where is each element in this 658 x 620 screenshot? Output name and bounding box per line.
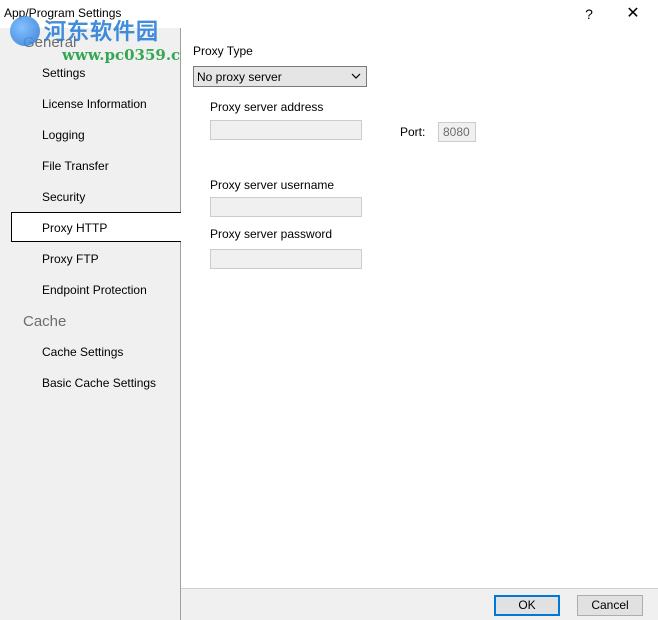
window-title: App/Program Settings bbox=[4, 6, 122, 20]
ok-button[interactable]: OK bbox=[494, 595, 560, 616]
sidebar-item-cache-settings[interactable]: Cache Settings bbox=[42, 345, 123, 359]
proxy-username-input[interactable] bbox=[210, 197, 362, 217]
proxy-username-label: Proxy server username bbox=[210, 178, 335, 192]
proxy-address-label: Proxy server address bbox=[210, 100, 324, 114]
port-label: Port: bbox=[400, 125, 426, 139]
close-icon[interactable]: ✕ bbox=[622, 4, 644, 24]
help-icon[interactable]: ? bbox=[578, 4, 600, 24]
cancel-button[interactable]: Cancel bbox=[577, 595, 643, 616]
proxy-type-selected-value: No proxy server bbox=[197, 70, 282, 84]
sidebar-item-endpoint-protection[interactable]: Endpoint Protection bbox=[42, 283, 147, 297]
proxy-type-dropdown[interactable]: No proxy server bbox=[193, 66, 367, 87]
dialog-footer: OK Cancel bbox=[181, 588, 658, 620]
proxy-password-label: Proxy server password bbox=[210, 227, 333, 241]
sidebar-group-general: General bbox=[23, 34, 77, 51]
proxy-type-label: Proxy Type bbox=[193, 44, 253, 58]
port-input[interactable]: 8080 bbox=[438, 122, 476, 142]
chevron-down-icon bbox=[351, 73, 361, 79]
sidebar-item-security[interactable]: Security bbox=[42, 190, 85, 204]
sidebar: General Settings License Information Log… bbox=[0, 28, 182, 620]
sidebar-item-proxy-http[interactable]: Proxy HTTP bbox=[42, 221, 107, 235]
sidebar-item-logging[interactable]: Logging bbox=[42, 128, 85, 142]
sidebar-item-settings[interactable]: Settings bbox=[42, 66, 85, 80]
title-bar: App/Program Settings ? ✕ bbox=[0, 0, 658, 28]
proxy-http-panel: Proxy Type No proxy server Proxy server … bbox=[181, 28, 658, 588]
sidebar-item-proxy-ftp[interactable]: Proxy FTP bbox=[42, 252, 99, 266]
sidebar-group-cache: Cache bbox=[23, 313, 67, 330]
proxy-address-input[interactable] bbox=[210, 120, 362, 140]
sidebar-item-basic-cache-settings[interactable]: Basic Cache Settings bbox=[42, 376, 156, 390]
sidebar-item-file-transfer[interactable]: File Transfer bbox=[42, 159, 109, 173]
proxy-password-input[interactable] bbox=[210, 249, 362, 269]
sidebar-item-license-information[interactable]: License Information bbox=[42, 97, 147, 111]
